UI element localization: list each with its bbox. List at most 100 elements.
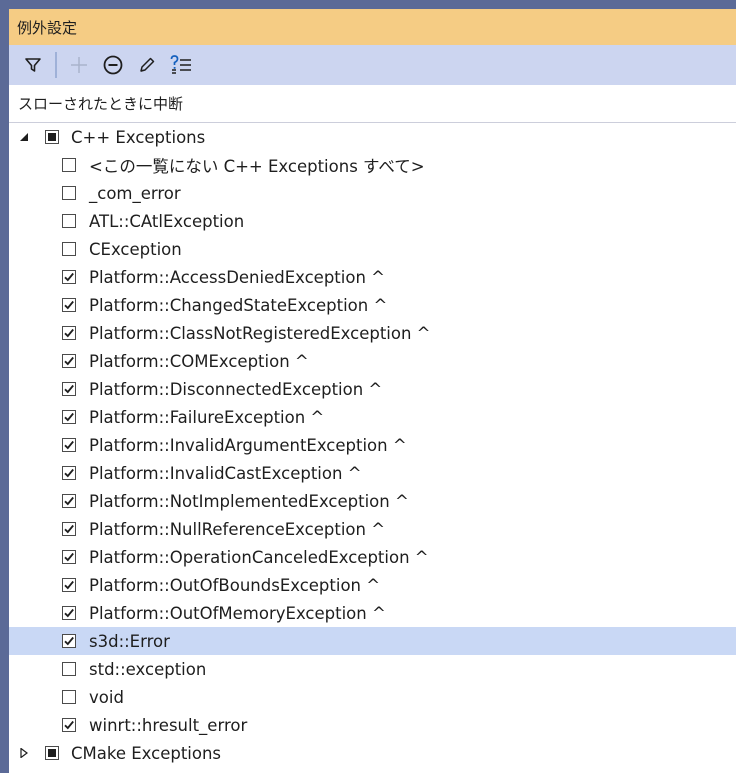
group-checkbox[interactable]	[45, 130, 59, 144]
exception-checkbox-checked[interactable]	[62, 382, 76, 396]
exception-row[interactable]: Platform::InvalidArgumentException ^	[9, 431, 736, 459]
exception-checkbox-unchecked[interactable]	[62, 242, 76, 256]
checkmark-icon	[64, 496, 74, 506]
exception-row[interactable]: Platform::FailureException ^	[9, 403, 736, 431]
checkmark-icon	[64, 580, 74, 590]
filter-button[interactable]	[21, 53, 45, 77]
exception-label: Platform::COMException ^	[89, 351, 309, 371]
exception-row[interactable]: ATL::CAtlException	[9, 207, 736, 235]
exception-checkbox-checked[interactable]	[62, 718, 76, 732]
expanded-triangle-icon[interactable]	[19, 132, 29, 142]
exception-checkbox-unchecked[interactable]	[62, 158, 76, 172]
exception-label: s3d::Error	[89, 631, 170, 651]
exception-label: Platform::DisconnectedException ^	[89, 379, 383, 399]
exception-row[interactable]: Platform::ClassNotRegisteredException ^	[9, 319, 736, 347]
checkmark-icon	[64, 412, 74, 422]
filter-icon	[25, 57, 41, 72]
checkmark-icon	[64, 300, 74, 310]
exception-checkbox-checked[interactable]	[62, 410, 76, 424]
exception-label: Platform::NotImplementedException ^	[89, 491, 409, 511]
exception-row[interactable]: _com_error	[9, 179, 736, 207]
toolbar-separator	[55, 51, 57, 78]
exception-tree: C++ Exceptions <この一覧にない C++ Exceptions す…	[9, 123, 736, 767]
exception-label: Platform::ChangedStateException ^	[89, 295, 388, 315]
exception-checkbox-checked[interactable]	[62, 466, 76, 480]
exception-checkbox-checked[interactable]	[62, 634, 76, 648]
exception-label: Platform::AccessDeniedException ^	[89, 267, 385, 287]
exception-label: <この一覧にない C++ Exceptions すべて>	[89, 157, 425, 176]
checkmark-icon	[64, 384, 74, 394]
exception-label: std::exception	[89, 659, 207, 679]
exception-row[interactable]: winrt::hresult_error	[9, 711, 736, 739]
exception-label: Platform::InvalidCastException ^	[89, 463, 362, 483]
exception-row[interactable]: Platform::OutOfBoundsException ^	[9, 571, 736, 599]
exception-checkbox-checked[interactable]	[62, 326, 76, 340]
group-label: CMake Exceptions	[71, 743, 222, 763]
exception-row[interactable]: Platform::OperationCanceledException ^	[9, 543, 736, 571]
exception-label: Platform::NullReferenceException ^	[89, 519, 386, 539]
exception-row[interactable]: Platform::DisconnectedException ^	[9, 375, 736, 403]
exception-row[interactable]: Platform::OutOfMemoryException ^	[9, 599, 736, 627]
exception-checkbox-unchecked[interactable]	[62, 214, 76, 228]
exception-label: winrt::hresult_error	[89, 715, 248, 735]
exception-label: CException	[89, 239, 182, 259]
column-header-label: スローされたときに中断	[18, 95, 184, 113]
exception-checkbox-checked[interactable]	[62, 354, 76, 368]
exception-row[interactable]: void	[9, 683, 736, 711]
exception-row[interactable]: CException	[9, 235, 736, 263]
remove-button[interactable]	[101, 53, 125, 77]
exception-label: Platform::OutOfMemoryException ^	[89, 603, 386, 623]
add-button[interactable]	[67, 53, 91, 77]
edit-icon	[140, 57, 155, 72]
checkmark-icon	[64, 720, 74, 730]
checkmark-icon	[64, 356, 74, 366]
toolbar	[9, 45, 736, 85]
exception-checkbox-unchecked[interactable]	[62, 690, 76, 704]
window-title: 例外設定	[17, 18, 78, 37]
exception-checkbox-unchecked[interactable]	[62, 662, 76, 676]
restore-defaults-button[interactable]	[169, 53, 193, 77]
exception-row[interactable]: Platform::NullReferenceException ^	[9, 515, 736, 543]
exception-checkbox-checked[interactable]	[62, 270, 76, 284]
exception-row[interactable]: Platform::InvalidCastException ^	[9, 459, 736, 487]
exception-checkbox-checked[interactable]	[62, 606, 76, 620]
exception-checkbox-checked[interactable]	[62, 550, 76, 564]
column-header-break-when-thrown[interactable]: スローされたときに中断	[9, 85, 736, 123]
exception-row[interactable]: std::exception	[9, 655, 736, 683]
exception-checkbox-unchecked[interactable]	[62, 186, 76, 200]
checkmark-icon	[64, 328, 74, 338]
exception-row[interactable]: Platform::NotImplementedException ^	[9, 487, 736, 515]
checkmark-icon	[64, 608, 74, 618]
exception-label: Platform::OperationCanceledException ^	[89, 547, 429, 567]
remove-icon	[103, 55, 123, 74]
exception-row[interactable]: <この一覧にない C++ Exceptions すべて>	[9, 151, 736, 179]
tree-group-cpp-exceptions[interactable]: C++ Exceptions	[9, 123, 736, 151]
exception-checkbox-checked[interactable]	[62, 494, 76, 508]
exception-row[interactable]: Platform::ChangedStateException ^	[9, 291, 736, 319]
group-label: C++ Exceptions	[71, 127, 206, 147]
exception-label: Platform::FailureException ^	[89, 407, 325, 427]
checkmark-icon	[64, 272, 74, 282]
exception-checkbox-checked[interactable]	[62, 522, 76, 536]
exception-row[interactable]: Platform::COMException ^	[9, 347, 736, 375]
exception-label: Platform::OutOfBoundsException ^	[89, 575, 381, 595]
collapsed-triangle-icon[interactable]	[19, 748, 29, 758]
exception-checkbox-checked[interactable]	[62, 438, 76, 452]
group-checkbox[interactable]	[45, 746, 59, 760]
exception-label: void	[89, 687, 124, 707]
exception-settings-panel: 例外設定 スローされたときに中断 C++ Exceptions <この一覧にない…	[9, 9, 736, 773]
edit-condition-button[interactable]	[135, 53, 159, 77]
exception-label: Platform::InvalidArgumentException ^	[89, 435, 407, 455]
exception-label: Platform::ClassNotRegisteredException ^	[89, 323, 431, 343]
checkmark-icon	[64, 468, 74, 478]
checkmark-icon	[64, 524, 74, 534]
checkmark-icon	[64, 552, 74, 562]
window-title-bar: 例外設定	[9, 9, 736, 45]
checkmark-icon	[64, 440, 74, 450]
exception-row[interactable]: s3d::Error	[9, 627, 736, 655]
tree-group-cmake-exceptions[interactable]: CMake Exceptions	[9, 739, 736, 767]
exception-checkbox-checked[interactable]	[62, 578, 76, 592]
exception-row[interactable]: Platform::AccessDeniedException ^	[9, 263, 736, 291]
exception-checkbox-checked[interactable]	[62, 298, 76, 312]
exception-label: ATL::CAtlException	[89, 211, 245, 231]
